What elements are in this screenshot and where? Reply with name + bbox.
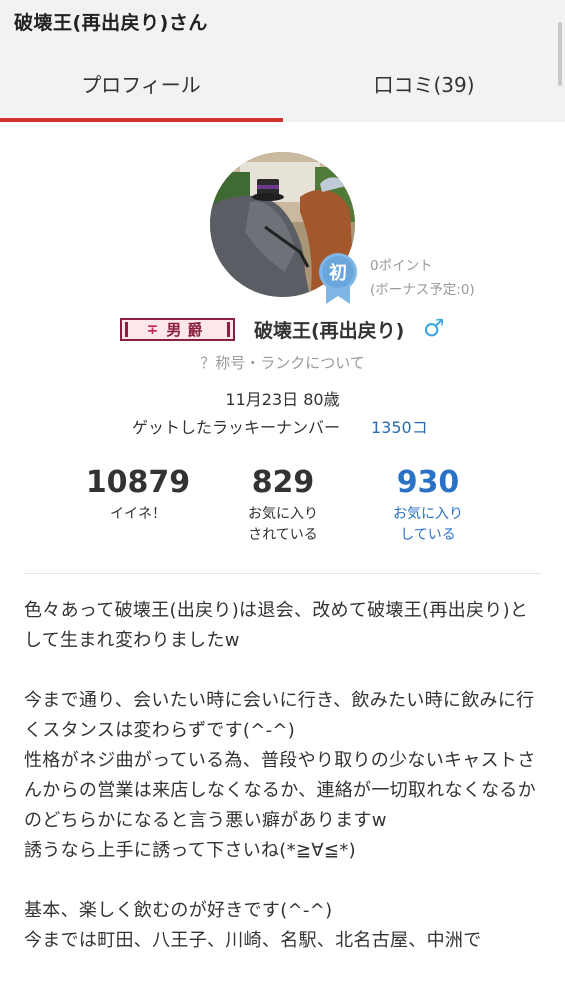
rank-mark: ∓ (146, 321, 159, 338)
header-bar: 破壊王(再出戻り)さん プロフィール 口コミ(39) (0, 0, 565, 122)
active-tab-indicator (0, 118, 283, 122)
first-login-badge-icon: 初 (319, 253, 357, 304)
rank-info-link[interactable]: ？称号・ランクについて (0, 352, 565, 373)
username: 破壊王(再出戻り) (254, 320, 405, 342)
profile-name-row: ∓ 男爵 破壊王(再出戻り) ♂ (0, 314, 565, 346)
first-badge-label: 初 (329, 262, 347, 284)
tab-reviews[interactable]: 口コミ(39) (283, 60, 565, 112)
favoriting-label-line2[interactable]: している (343, 525, 513, 546)
male-gender-icon: ♂ (423, 314, 445, 342)
rank-badge: ∓ 男爵 (120, 318, 235, 341)
favoriting-label[interactable]: お気に入り している (343, 504, 513, 546)
rank-badge-bar (125, 322, 128, 337)
divider (24, 573, 541, 574)
lucky-number-label: ゲットしたラッキーナンバー (132, 418, 341, 437)
favoriting-label-line1[interactable]: お気に入り (343, 504, 513, 525)
bonus-value: (ボーナス予定:0) (370, 282, 475, 298)
favoriting-stat[interactable]: 930 お気に入り している (343, 464, 513, 546)
page-title: 破壊王(再出戻り)さん (14, 12, 208, 34)
birthday-age: 11月23日 80歳 (225, 390, 340, 409)
tab-profile[interactable]: プロフィール (0, 60, 282, 112)
points-value: 0ポイント (370, 258, 433, 274)
points-info: 0ポイント (ボーナス予定:0) (370, 254, 475, 302)
favoriting-count[interactable]: 930 (343, 464, 513, 502)
rank-badge-bar (227, 322, 230, 337)
lucky-number-link[interactable]: 1350コ (371, 414, 428, 438)
profile-bio: 色々あって破壊王(出戻り)は退会、改めて破壊王(再出戻り)として生まれ変わりまし… (24, 600, 537, 951)
rank-title: 男爵 (166, 321, 209, 339)
